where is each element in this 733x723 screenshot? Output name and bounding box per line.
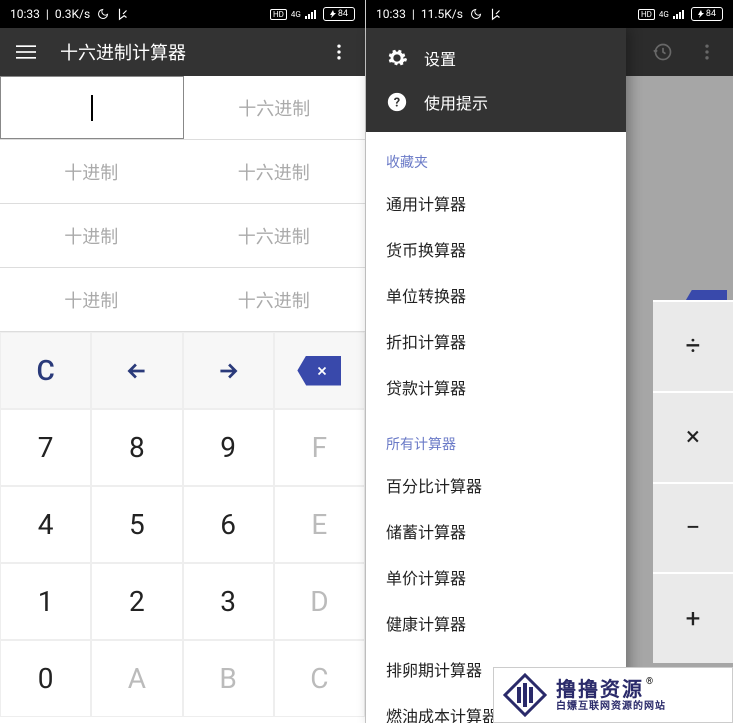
signal-bars-icon xyxy=(305,9,319,19)
status-net: 0.3K/s xyxy=(55,7,90,21)
key-0[interactable]: 0 xyxy=(0,640,91,717)
key-4[interactable]: 4 xyxy=(0,486,91,563)
base-label[interactable]: 十六进制 xyxy=(183,268,366,331)
navigation-drawer: 设置 ? 使用提示 收藏夹 通用计算器 货币换算器 单位转换器 折扣计算器 贷款… xyxy=(366,28,626,723)
battery-indicator: 84 xyxy=(691,7,723,21)
all-calc-title: 所有计算器 xyxy=(366,424,626,462)
background-operators: ÷ × − + xyxy=(653,260,733,663)
status-net: 11.5K/s xyxy=(421,7,463,21)
op-times[interactable]: × xyxy=(653,391,733,482)
signal-icon: 4G xyxy=(291,10,301,19)
key-e[interactable]: E xyxy=(274,486,365,563)
conversion-row: 十进制 十六进制 xyxy=(0,268,365,332)
drawer-settings[interactable]: 设置 xyxy=(366,36,626,80)
signal-bars-icon xyxy=(673,9,687,19)
watermark-sub: 白嫖互联网资源的网站 xyxy=(556,701,666,713)
op-divide[interactable]: ÷ xyxy=(653,300,733,391)
conversion-row: 十进制 十六进制 xyxy=(0,204,365,268)
base-label[interactable]: 十进制 xyxy=(0,204,183,267)
drawer-favorites-section: 收藏夹 通用计算器 货币换算器 单位转换器 折扣计算器 贷款计算器 xyxy=(366,132,626,414)
overflow-icon[interactable] xyxy=(321,34,357,70)
key-7[interactable]: 7 xyxy=(0,409,91,486)
drawer-item[interactable]: 储蓄计算器 xyxy=(366,508,626,554)
mute-icon xyxy=(116,7,130,21)
mute-icon xyxy=(489,7,503,21)
key-a[interactable]: A xyxy=(91,640,182,717)
active-input[interactable] xyxy=(0,76,184,139)
help-icon: ? xyxy=(386,91,408,113)
base-label[interactable]: 十进制 xyxy=(0,268,183,331)
signal-icon: 4G xyxy=(659,10,669,19)
gear-icon xyxy=(386,47,408,69)
key-9[interactable]: 9 xyxy=(183,409,274,486)
favorites-title: 收藏夹 xyxy=(366,142,626,180)
drawer-item[interactable]: 货币换算器 xyxy=(366,226,626,272)
clear-key[interactable]: C xyxy=(0,332,91,409)
conversion-area: 十六进制 十进制 十六进制 十进制 十六进制 十进制 十六进制 xyxy=(0,76,365,332)
base-label[interactable]: 十六进制 xyxy=(183,204,366,267)
status-bar: 10:33 | 11.5K/s HD 4G 84 xyxy=(366,0,733,28)
drawer-header: 设置 ? 使用提示 xyxy=(366,28,626,132)
conversion-row: 十进制 十六进制 xyxy=(0,140,365,204)
drawer-item[interactable]: 单价计算器 xyxy=(366,554,626,600)
arrow-right-key[interactable] xyxy=(183,332,274,409)
keypad: C 7 8 9 F 4 5 6 E 1 2 3 D 0 A B C xyxy=(0,332,365,717)
app-title: 十六进制计算器 xyxy=(60,39,305,65)
text-cursor xyxy=(91,95,93,121)
drawer-item[interactable]: 健康计算器 xyxy=(366,600,626,646)
base-label[interactable]: 十六进制 xyxy=(183,140,366,203)
op-plus[interactable]: + xyxy=(653,572,733,663)
battery-indicator: 84 xyxy=(323,7,355,21)
drawer-settings-label: 设置 xyxy=(424,46,456,70)
app-bar: 十六进制计算器 xyxy=(0,28,365,76)
drawer-item[interactable]: 百分比计算器 xyxy=(366,462,626,508)
key-2[interactable]: 2 xyxy=(91,563,182,640)
op-minus[interactable]: − xyxy=(653,482,733,573)
key-8[interactable]: 8 xyxy=(91,409,182,486)
key-f[interactable]: F xyxy=(274,409,365,486)
right-phone: 10:33 | 11.5K/s HD 4G 84 xyxy=(366,0,733,723)
watermark-text: 撸撸资源 ® 白嫖互联网资源的网站 xyxy=(556,677,666,713)
left-phone: 10:33 | 0.3K/s HD 4G 84 十六进制计算器 xyxy=(0,0,366,723)
base-label[interactable]: 十六进制 xyxy=(184,76,366,139)
status-bar: 10:33 | 0.3K/s HD 4G 84 xyxy=(0,0,365,28)
menu-icon[interactable] xyxy=(8,34,44,70)
drawer-tips[interactable]: ? 使用提示 xyxy=(366,80,626,124)
moon-icon xyxy=(96,7,110,21)
drawer-item[interactable]: 折扣计算器 xyxy=(366,318,626,364)
arrow-left-key[interactable] xyxy=(91,332,182,409)
drawer-item[interactable]: 贷款计算器 xyxy=(366,364,626,410)
status-time: 10:33 xyxy=(376,7,406,21)
backspace-key[interactable] xyxy=(274,332,365,409)
key-b[interactable]: B xyxy=(183,640,274,717)
hd-badge: HD xyxy=(638,9,655,20)
key-c[interactable]: C xyxy=(274,640,365,717)
key-d[interactable]: D xyxy=(274,563,365,640)
status-time: 10:33 xyxy=(10,7,40,21)
drawer-tips-label: 使用提示 xyxy=(424,90,488,114)
key-5[interactable]: 5 xyxy=(91,486,182,563)
watermark-reg: ® xyxy=(646,677,653,688)
base-label[interactable]: 十进制 xyxy=(0,140,183,203)
key-6[interactable]: 6 xyxy=(183,486,274,563)
backspace-icon xyxy=(297,356,341,386)
drawer-item[interactable]: 单位转换器 xyxy=(366,272,626,318)
drawer-item[interactable]: 通用计算器 xyxy=(366,180,626,226)
watermark-logo-icon xyxy=(502,672,548,718)
conversion-row: 十六进制 xyxy=(0,76,365,140)
moon-icon xyxy=(469,7,483,21)
svg-text:?: ? xyxy=(394,96,400,111)
watermark: 撸撸资源 ® 白嫖互联网资源的网站 xyxy=(493,667,733,723)
hd-badge: HD xyxy=(270,9,287,20)
key-1[interactable]: 1 xyxy=(0,563,91,640)
watermark-main: 撸撸资源 xyxy=(556,677,644,701)
key-3[interactable]: 3 xyxy=(183,563,274,640)
